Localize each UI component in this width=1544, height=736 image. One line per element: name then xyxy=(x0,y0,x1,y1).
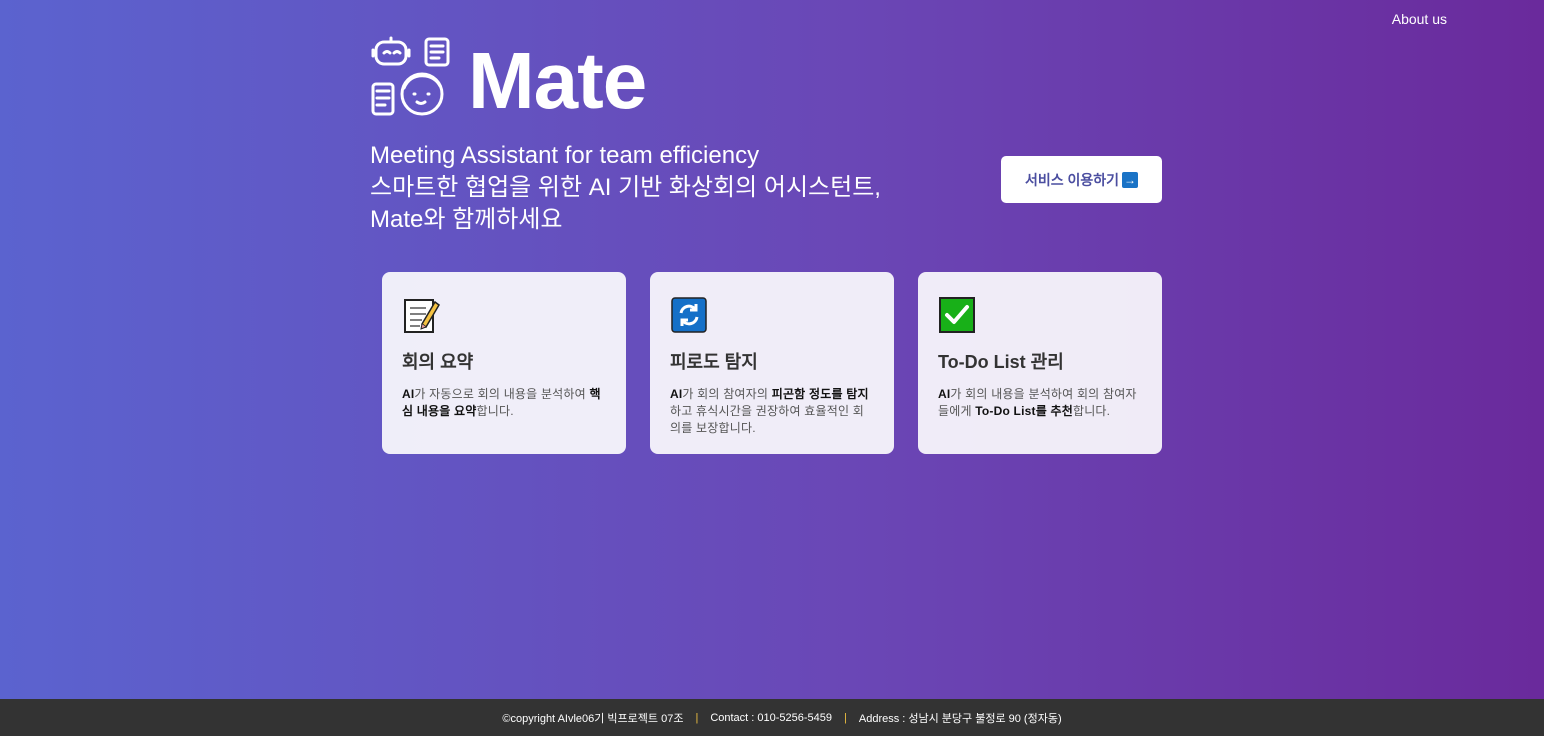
feature-card-fatigue: 피로도 탐지 AI가 회의 참여자의 피곤함 정도를 탐지하고 휴식시간을 권장… xyxy=(650,272,894,454)
check-icon xyxy=(939,297,975,333)
feature-title: 회의 요약 xyxy=(402,352,474,372)
tagline: Meeting Assistant for team efficiency 스마… xyxy=(370,140,950,236)
footer-address: Address : 성남시 분당구 불정로 90 (정자동) xyxy=(858,712,1062,725)
feature-description: AI가 자동으로 회의 내용을 분석하여 핵심 내용을 요약합니다. xyxy=(402,387,601,418)
memo-icon xyxy=(404,299,440,333)
feature-cards: 회의 요약 AI가 자동으로 회의 내용을 분석하여 핵심 내용을 요약합니다.… xyxy=(382,272,1162,454)
feature-title: To-Do List 관리 xyxy=(938,352,1064,372)
tagline-line1: Meeting Assistant for team efficiency xyxy=(370,142,760,169)
hero-section: Mate Meeting Assistant for team efficien… xyxy=(370,34,1162,236)
footer-separator: | xyxy=(844,711,847,724)
footer: ©copyright AIvle06기 빅프로젝트 07조 | Contact … xyxy=(0,699,1544,736)
footer-copyright: ©copyright AIvle06기 빅프로젝트 07조 xyxy=(502,712,684,725)
logo-row: Mate xyxy=(370,34,1162,125)
start-service-label: 서비스 이용하기 xyxy=(1024,171,1120,188)
feature-card-summary: 회의 요약 AI가 자동으로 회의 내용을 분석하여 핵심 내용을 요약합니다. xyxy=(382,272,626,454)
tagline-line3: Mate와 함께하세요 xyxy=(370,206,563,233)
feature-description: AI가 회의 내용을 분석하여 회의 참여자들에게 To-Do List를 추천… xyxy=(938,387,1137,418)
about-us-link[interactable]: About us xyxy=(1392,11,1447,27)
arrow-right-icon: → xyxy=(1122,171,1139,188)
brand-title: Mate xyxy=(468,36,647,125)
feature-title: 피로도 탐지 xyxy=(670,352,758,372)
footer-separator: | xyxy=(695,711,699,724)
footer-contact: Contact : 010-5256-5459 xyxy=(710,711,833,724)
feature-description: AI가 회의 참여자의 피곤함 정도를 탐지하고 휴식시간을 권장하여 효율적인… xyxy=(670,387,869,435)
tagline-line2: 스마트한 협업을 위한 AI 기반 화상회의 어시스턴트, xyxy=(370,174,881,201)
refresh-icon xyxy=(671,297,707,333)
robot-person-logo-icon xyxy=(371,36,450,116)
start-service-button[interactable]: 서비스 이용하기 → xyxy=(1001,156,1162,203)
feature-card-todo: To-Do List 관리 AI가 회의 내용을 분석하여 회의 참여자들에게 … xyxy=(918,272,1162,454)
